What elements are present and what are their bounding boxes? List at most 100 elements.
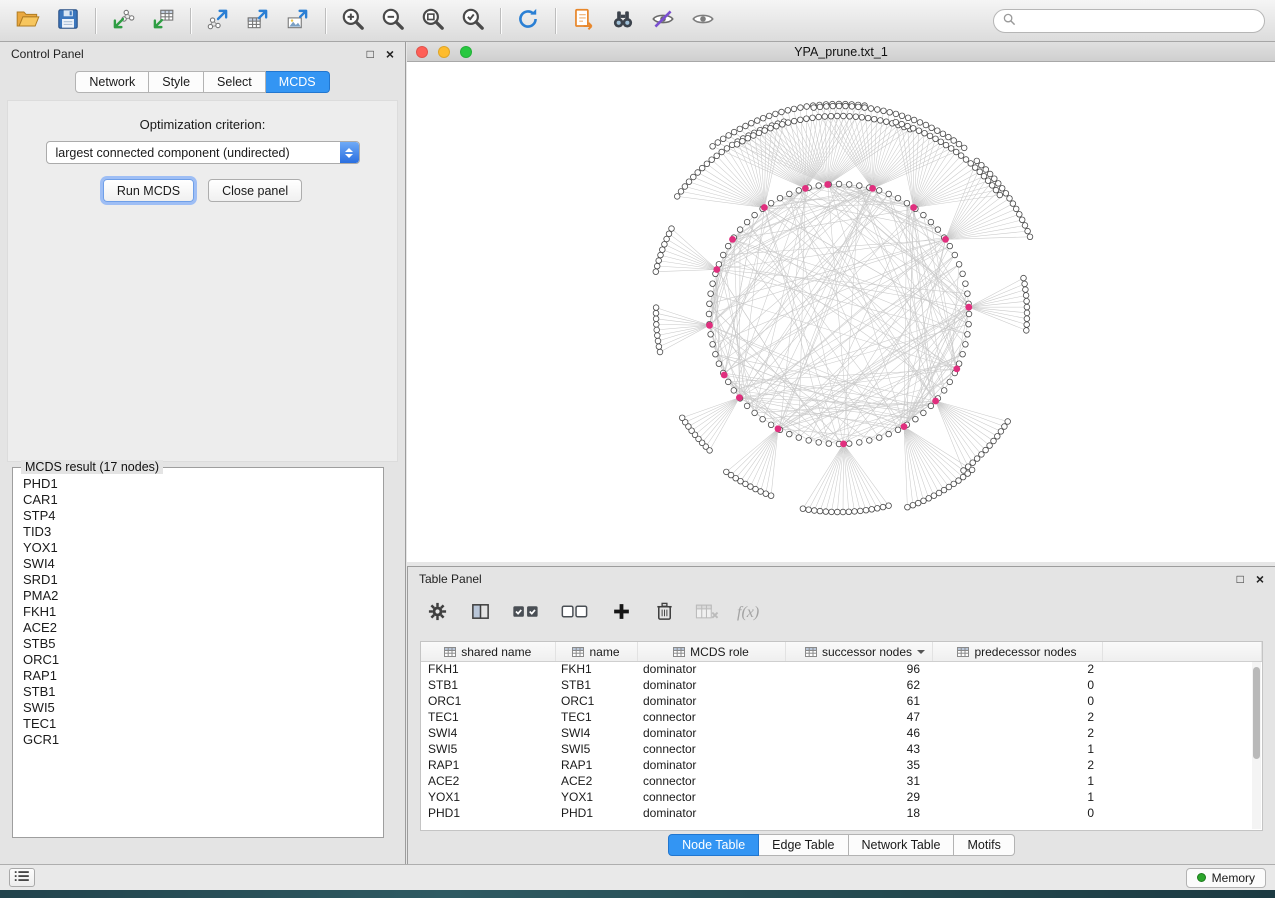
clone-network-button[interactable] bbox=[565, 4, 601, 38]
tab-style[interactable]: Style bbox=[149, 71, 204, 93]
memory-button[interactable]: Memory bbox=[1186, 868, 1266, 888]
mcds-result-item[interactable]: PMA2 bbox=[19, 588, 379, 604]
zoom-fit-button[interactable] bbox=[415, 4, 451, 38]
mcds-result-item[interactable]: SRD1 bbox=[19, 572, 379, 588]
table-row[interactable]: SWI4SWI4dominator462 bbox=[421, 725, 1262, 741]
tab-select[interactable]: Select bbox=[204, 71, 266, 93]
mcds-result-item[interactable]: ACE2 bbox=[19, 620, 379, 636]
table-row[interactable]: ORC1ORC1dominator610 bbox=[421, 693, 1262, 709]
table-cell-filler bbox=[1102, 773, 1262, 789]
zoom-selected-icon bbox=[460, 6, 486, 35]
maximize-window-icon[interactable] bbox=[460, 46, 472, 58]
close-panel-icon[interactable]: × bbox=[386, 48, 394, 60]
column-header[interactable]: predecessor nodes bbox=[932, 642, 1102, 661]
column-header[interactable]: MCDS role bbox=[637, 642, 785, 661]
mcds-result-item[interactable]: TID3 bbox=[19, 524, 379, 540]
network-window-titlebar[interactable]: YPA_prune.txt_1 bbox=[407, 42, 1275, 62]
table-row[interactable]: STB1STB1dominator620 bbox=[421, 677, 1262, 693]
table-cell: 1 bbox=[932, 789, 1102, 805]
mcds-result-item[interactable]: STB1 bbox=[19, 684, 379, 700]
float-panel-icon[interactable]: □ bbox=[1237, 573, 1244, 585]
mcds-result-item[interactable]: GCR1 bbox=[19, 732, 379, 748]
status-menu-button[interactable] bbox=[9, 868, 35, 887]
apply-layout-button[interactable] bbox=[510, 4, 546, 38]
search-field[interactable] bbox=[993, 9, 1265, 33]
mcds-result-item[interactable]: SWI4 bbox=[19, 556, 379, 572]
close-panel-icon[interactable]: × bbox=[1256, 573, 1264, 585]
table-icon bbox=[957, 644, 974, 658]
import-table-button[interactable] bbox=[145, 4, 181, 38]
search-input[interactable] bbox=[1022, 14, 1255, 28]
import-network-button[interactable] bbox=[105, 4, 141, 38]
columns-icon bbox=[470, 601, 491, 625]
network-canvas[interactable] bbox=[407, 62, 1275, 561]
export-network-button[interactable] bbox=[200, 4, 236, 38]
delete-column-button[interactable] bbox=[651, 600, 677, 626]
mcds-result-item[interactable]: CAR1 bbox=[19, 492, 379, 508]
table-scrollbar[interactable] bbox=[1252, 662, 1261, 829]
select-all-rows-button[interactable] bbox=[510, 600, 542, 626]
export-image-button[interactable] bbox=[280, 4, 316, 38]
table-cell-filler bbox=[1102, 693, 1262, 709]
tab-mcds[interactable]: MCDS bbox=[266, 71, 330, 93]
first-neighbors-button[interactable] bbox=[605, 4, 641, 38]
gear-icon bbox=[427, 601, 448, 625]
tab-edge-table[interactable]: Edge Table bbox=[759, 834, 848, 856]
close-window-icon[interactable] bbox=[416, 46, 428, 58]
table-row[interactable]: PHD1PHD1dominator180 bbox=[421, 805, 1262, 821]
open-session-button[interactable] bbox=[10, 4, 46, 38]
table-cell: dominator bbox=[637, 805, 785, 821]
mcds-result-item[interactable]: STP4 bbox=[19, 508, 379, 524]
table-cell: 61 bbox=[785, 693, 932, 709]
mcds-result-item[interactable]: RAP1 bbox=[19, 668, 379, 684]
show-columns-button[interactable] bbox=[467, 600, 493, 626]
mcds-result-item[interactable]: SWI5 bbox=[19, 700, 379, 716]
mcds-result-item[interactable]: TEC1 bbox=[19, 716, 379, 732]
optimization-criterion-label: Optimization criterion: bbox=[8, 117, 397, 132]
hide-selected-button[interactable] bbox=[645, 4, 681, 38]
table-row[interactable]: SWI5SWI5connector431 bbox=[421, 741, 1262, 757]
table-row[interactable]: YOX1YOX1connector291 bbox=[421, 789, 1262, 805]
table-toolbar: f(x) bbox=[424, 594, 1265, 632]
function-builder-button[interactable]: f(x) bbox=[737, 604, 759, 622]
table-cell: 0 bbox=[932, 677, 1102, 693]
table-cell: ACE2 bbox=[421, 773, 555, 789]
mcds-result-item[interactable]: YOX1 bbox=[19, 540, 379, 556]
table-row[interactable]: TEC1TEC1connector472 bbox=[421, 709, 1262, 725]
column-header[interactable]: name bbox=[555, 642, 637, 661]
table-row[interactable]: FKH1FKH1dominator962 bbox=[421, 661, 1262, 677]
deselect-all-rows-button[interactable] bbox=[559, 600, 591, 626]
table-row[interactable]: ACE2ACE2connector311 bbox=[421, 773, 1262, 789]
zoom-in-button[interactable] bbox=[335, 4, 371, 38]
save-session-button[interactable] bbox=[50, 4, 86, 38]
tab-motifs[interactable]: Motifs bbox=[954, 834, 1014, 856]
tab-network[interactable]: Network bbox=[75, 71, 149, 93]
mcds-result-item[interactable]: STB5 bbox=[19, 636, 379, 652]
control-panel-title: Control Panel bbox=[11, 47, 84, 61]
close-panel-button[interactable]: Close panel bbox=[208, 179, 302, 202]
export-table-button[interactable] bbox=[240, 4, 276, 38]
table-cell: TEC1 bbox=[421, 709, 555, 725]
zoom-selected-button[interactable] bbox=[455, 4, 491, 38]
column-header[interactable]: shared name bbox=[421, 642, 555, 661]
mcds-result-item[interactable]: FKH1 bbox=[19, 604, 379, 620]
tab-node-table[interactable]: Node Table bbox=[668, 834, 759, 856]
control-panel-tabs: Network Style Select MCDS bbox=[0, 71, 405, 93]
table-settings-button[interactable] bbox=[424, 600, 450, 626]
zoom-out-button[interactable] bbox=[375, 4, 411, 38]
table-panel: Table Panel □ × f(x) shared namenameMCDS… bbox=[407, 566, 1275, 864]
mcds-result-groupbox: MCDS result (17 nodes) PHD1CAR1STP4TID3Y… bbox=[12, 467, 384, 838]
uncheck-all-icon bbox=[561, 602, 589, 624]
run-mcds-button[interactable]: Run MCDS bbox=[103, 179, 194, 202]
show-all-button[interactable] bbox=[685, 4, 721, 38]
criterion-dropdown[interactable]: largest connected component (undirected) bbox=[46, 141, 360, 164]
float-panel-icon[interactable]: □ bbox=[367, 48, 374, 60]
minimize-window-icon[interactable] bbox=[438, 46, 450, 58]
table-row[interactable]: RAP1RAP1dominator352 bbox=[421, 757, 1262, 773]
tab-network-table[interactable]: Network Table bbox=[849, 834, 955, 856]
mcds-result-item[interactable]: PHD1 bbox=[19, 476, 379, 492]
add-column-button[interactable] bbox=[608, 600, 634, 626]
column-header[interactable]: successor nodes bbox=[785, 642, 932, 661]
mcds-result-item[interactable]: ORC1 bbox=[19, 652, 379, 668]
scrollbar-thumb[interactable] bbox=[1253, 667, 1260, 759]
